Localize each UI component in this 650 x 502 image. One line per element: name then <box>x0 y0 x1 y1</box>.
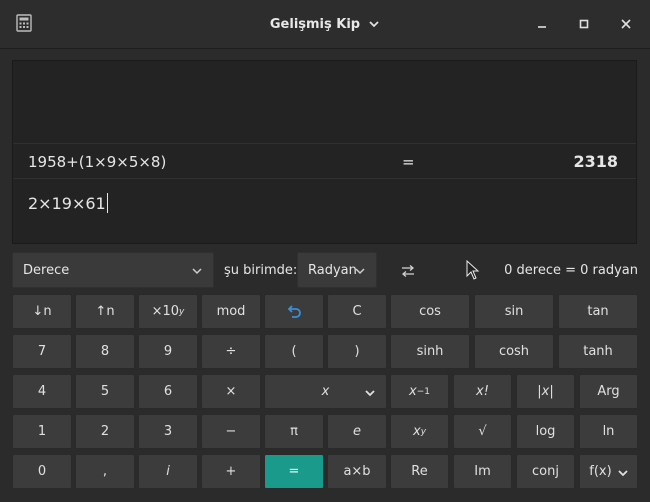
complex-multiply-key[interactable]: a×b <box>327 454 387 489</box>
title-bar: Gelişmiş Kip <box>0 0 650 49</box>
shift-down-key[interactable]: ↓n <box>12 294 72 329</box>
to-unit-label: şu birimde: <box>224 263 298 278</box>
history-expression: 1958+(1×9×5×8) <box>28 153 167 171</box>
variable-x-select[interactable]: x <box>264 374 387 409</box>
maximize-button[interactable] <box>576 16 592 32</box>
equals-key[interactable]: = <box>264 454 324 489</box>
function-menu-label: f(x) <box>589 464 612 479</box>
times-ten-label: ×10 <box>151 304 180 319</box>
power-exponent: y <box>420 426 427 437</box>
chevron-down-icon <box>365 390 375 397</box>
minimize-button[interactable] <box>534 16 550 32</box>
imaginary-part-key[interactable]: Im <box>453 454 512 489</box>
digit-8-key[interactable]: 8 <box>75 334 135 369</box>
history-equals: = <box>402 153 415 171</box>
to-unit-select[interactable]: Radyan <box>297 252 377 288</box>
mouse-pointer-icon <box>466 259 480 280</box>
close-paren-key[interactable]: ) <box>327 334 387 369</box>
digit-0-key[interactable]: 0 <box>12 454 72 489</box>
sqrt-key[interactable]: √ <box>453 414 512 449</box>
chevron-down-icon <box>369 21 379 28</box>
absolute-label: |x| <box>537 384 554 399</box>
digit-1-key[interactable]: 1 <box>12 414 72 449</box>
cosh-key[interactable]: cosh <box>474 334 554 369</box>
power-base: x <box>412 424 421 439</box>
shift-up-key[interactable]: ↑n <box>75 294 135 329</box>
digit-7-key[interactable]: 7 <box>12 334 72 369</box>
input-expression: 2×19×61 <box>28 194 106 213</box>
unit-conversion-bar: Derece şu birimde: Radyan 0 derece = 0 r… <box>12 252 638 288</box>
power-key[interactable]: xy <box>390 414 449 449</box>
digit-4-key[interactable]: 4 <box>12 374 72 409</box>
factorial-label: x! <box>476 384 489 399</box>
chevron-down-icon <box>618 470 628 477</box>
clear-key[interactable]: C <box>327 294 387 329</box>
sinh-key[interactable]: sinh <box>390 334 470 369</box>
digit-5-key[interactable]: 5 <box>75 374 135 409</box>
digit-3-key[interactable]: 3 <box>138 414 198 449</box>
tanh-key[interactable]: tanh <box>558 334 638 369</box>
window-title: Gelişmiş Kip <box>269 16 361 32</box>
cos-key[interactable]: cos <box>390 294 470 329</box>
history-result: 2318 <box>573 152 618 171</box>
imaginary-i-key[interactable]: i <box>138 454 198 489</box>
to-unit-value: Radyan <box>308 263 357 278</box>
decimal-comma-key[interactable]: , <box>75 454 135 489</box>
keypad: ↓n ↑n ×10 y mod C cos sin tan 7 8 9 ÷ ( )… <box>12 294 638 490</box>
arg-key[interactable]: Arg <box>579 374 638 409</box>
minimize-icon <box>538 26 546 28</box>
mode-selector[interactable]: Gelişmiş Kip <box>0 0 650 48</box>
from-unit-value: Derece <box>23 263 70 278</box>
swap-icon <box>401 265 415 277</box>
pi-key[interactable]: π <box>264 414 324 449</box>
text-cursor <box>106 193 108 213</box>
conjugate-key[interactable]: conj <box>516 454 575 489</box>
open-paren-key[interactable]: ( <box>264 334 324 369</box>
close-button[interactable] <box>618 16 634 32</box>
swap-units-button[interactable] <box>400 263 416 277</box>
real-part-key[interactable]: Re <box>390 454 449 489</box>
factorial-key[interactable]: x! <box>453 374 512 409</box>
mod-key[interactable]: mod <box>201 294 261 329</box>
reciprocal-key[interactable]: x −1 <box>390 374 449 409</box>
chevron-down-icon <box>355 268 365 275</box>
maximize-icon <box>579 19 589 29</box>
euler-e-label: e <box>353 424 361 439</box>
multiply-key[interactable]: × <box>201 374 261 409</box>
euler-e-key[interactable]: e <box>327 414 387 449</box>
expression-input[interactable]: 2×19×61 <box>28 193 108 213</box>
digit-2-key[interactable]: 2 <box>75 414 135 449</box>
reciprocal-exponent: −1 <box>416 386 430 397</box>
times-ten-power-key[interactable]: ×10 y <box>138 294 198 329</box>
divide-key[interactable]: ÷ <box>201 334 261 369</box>
ln-key[interactable]: ln <box>579 414 638 449</box>
from-unit-select[interactable]: Derece <box>12 252 214 288</box>
variable-x-label: x <box>321 384 330 399</box>
absolute-key[interactable]: |x| <box>516 374 575 409</box>
log-key[interactable]: log <box>516 414 575 449</box>
undo-key[interactable] <box>264 294 324 329</box>
history-entry[interactable]: 1958+(1×9×5×8) = 2318 <box>13 143 636 179</box>
sin-key[interactable]: sin <box>474 294 554 329</box>
reciprocal-base: x <box>409 384 417 399</box>
chevron-down-icon <box>192 268 202 275</box>
imaginary-i-label: i <box>166 464 170 479</box>
digit-6-key[interactable]: 6 <box>138 374 198 409</box>
undo-icon <box>287 304 301 318</box>
digit-9-key[interactable]: 9 <box>138 334 198 369</box>
add-key[interactable]: + <box>201 454 261 489</box>
calculator-display: 1958+(1×9×5×8) = 2318 2×19×61 <box>12 60 637 244</box>
function-menu-key[interactable]: f(x) <box>579 454 638 489</box>
conversion-result: 0 derece = 0 radyan <box>504 263 638 278</box>
close-icon <box>621 19 631 29</box>
tan-key[interactable]: tan <box>558 294 638 329</box>
subtract-key[interactable]: − <box>201 414 261 449</box>
times-ten-exponent: y <box>179 306 185 317</box>
